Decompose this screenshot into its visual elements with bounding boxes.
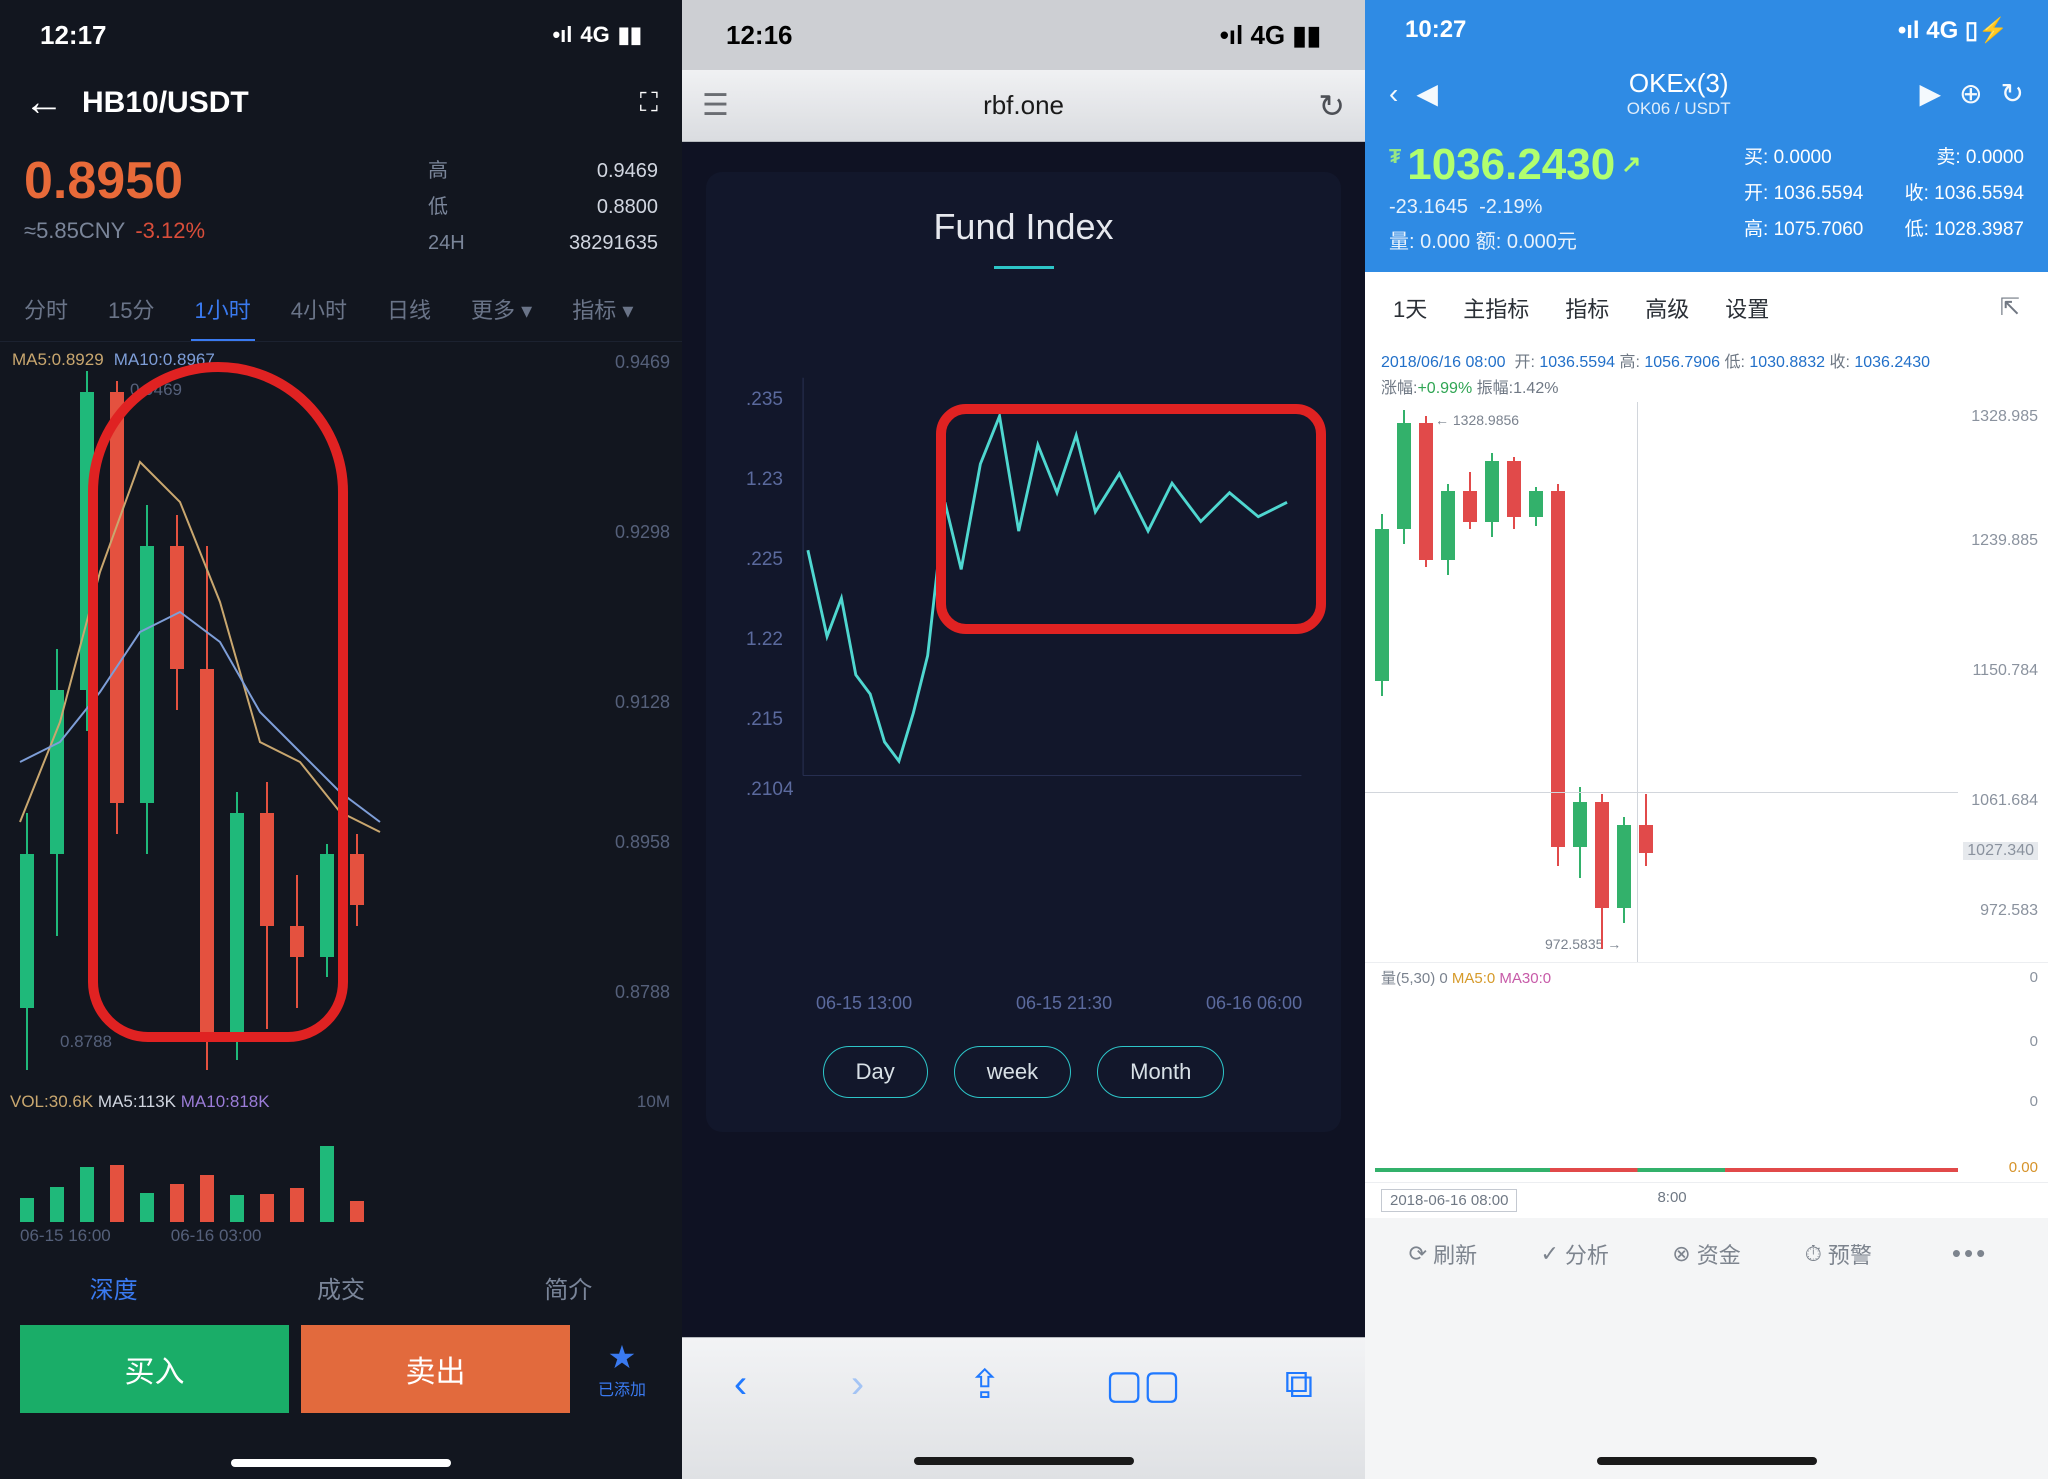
- range-week[interactable]: week: [954, 1046, 1071, 1098]
- line-chart[interactable]: .235 1.23 .225 1.22 .215 .2104 06-15 13:…: [736, 349, 1311, 1008]
- volume-row: 量: 0.000 额: 0.000元: [1389, 225, 1744, 254]
- home-indicator[interactable]: [1597, 1457, 1817, 1465]
- status-signal: •ıl 4G ▯⚡: [1898, 16, 2008, 45]
- timeframe-tabs: 分时 15分 1小时 4小时 日线 更多 ▾ 指标 ▾: [0, 279, 682, 342]
- tab-main-ind[interactable]: 主指标: [1445, 284, 1547, 332]
- sell-button[interactable]: 卖出: [301, 1325, 570, 1413]
- delta-abs: -23.1645: [1389, 196, 1468, 218]
- range-month[interactable]: Month: [1097, 1046, 1224, 1098]
- share-icon[interactable]: ⇱: [1982, 285, 2038, 330]
- favorite-button[interactable]: ★已添加: [582, 1338, 662, 1400]
- btn-funds[interactable]: ⊗ 资金: [1641, 1238, 1773, 1270]
- status-bar: 10:27 •ıl 4G ▯⚡: [1365, 0, 2048, 60]
- tab-settings[interactable]: 设置: [1707, 284, 1787, 332]
- next-icon[interactable]: ▶: [1920, 77, 1942, 110]
- tabs-icon[interactable]: ⧉: [1285, 1362, 1314, 1407]
- tab-indicators[interactable]: 指标 ▾: [568, 279, 637, 341]
- fund-index-card: Fund Index .235 1.23 .225 1.22 .215 .210…: [706, 172, 1341, 1132]
- delta-pct: -2.19%: [1479, 196, 1542, 218]
- arrow-up-icon: ↗: [1621, 150, 1641, 179]
- back-icon[interactable]: ‹: [1389, 78, 1398, 110]
- btn-refresh[interactable]: ⟳ 刷新: [1377, 1238, 1509, 1270]
- tab-1d[interactable]: 日线: [383, 279, 435, 341]
- tab-more[interactable]: 更多 ▾: [467, 279, 536, 341]
- btn-more[interactable]: •••: [1904, 1238, 2036, 1269]
- status-time: 12:16: [726, 20, 793, 51]
- ohlc-line: 2018/06/16 08:00 开: 1036.5594 高: 1056.79…: [1381, 348, 2032, 372]
- currency-icon: ₮: [1389, 146, 1401, 169]
- pct-line: 涨幅:+0.99% 振幅:1.42%: [1381, 374, 2032, 398]
- tab-1d[interactable]: 1天: [1375, 284, 1445, 332]
- browser-forward-icon: ›: [851, 1362, 864, 1407]
- status-time: 10:27: [1405, 16, 1466, 44]
- header-title[interactable]: OKEx(3) OK06 / USDT: [1456, 68, 1902, 120]
- candlestick-chart[interactable]: ← 1328.9856 972.5835 → 1328.985 1239.885…: [1365, 402, 2048, 962]
- btn-alert[interactable]: ⏱ 预警: [1772, 1238, 1904, 1270]
- range-day[interactable]: Day: [823, 1046, 928, 1098]
- stat-low: 0.8800: [597, 189, 658, 225]
- fullscreen-icon[interactable]: ⛶: [640, 87, 658, 119]
- reload-icon[interactable]: ↻: [1318, 87, 1345, 125]
- cny-price: ≈5.85CNY: [24, 218, 125, 243]
- home-indicator[interactable]: [231, 1459, 451, 1467]
- stat-high: 0.9469: [597, 153, 658, 189]
- stat-24h: 38291635: [569, 225, 658, 261]
- subtab-trades[interactable]: 成交: [317, 1270, 365, 1305]
- btn-analyze[interactable]: ✓ 分析: [1509, 1238, 1641, 1270]
- prev-icon[interactable]: ◀: [1416, 77, 1438, 110]
- share-icon[interactable]: ⇪: [968, 1362, 1002, 1408]
- tab-1h[interactable]: 1小时: [191, 279, 255, 341]
- change-pct: -3.12%: [135, 218, 205, 243]
- status-signal: •ıl 4G ▮▮: [552, 22, 642, 48]
- refresh-icon[interactable]: ↻: [2001, 77, 2024, 110]
- status-signal: •ıl 4G ▮▮: [1220, 20, 1321, 51]
- buy-button[interactable]: 买入: [20, 1325, 289, 1413]
- volume-chart[interactable]: 量(5,30) 0 MA5:0 MA30:0 000 0.00: [1365, 962, 2048, 1182]
- candlestick-chart[interactable]: MA5:0.8929MA10:0.8967 0.9469 0.9469 0.92…: [0, 342, 682, 1092]
- add-icon[interactable]: ⊕: [1959, 77, 1982, 110]
- subtab-depth[interactable]: 深度: [90, 1270, 138, 1305]
- tab-advanced[interactable]: 高级: [1627, 284, 1707, 332]
- subtab-intro[interactable]: 简介: [544, 1270, 592, 1305]
- status-bar: 12:17 •ıl 4G ▮▮: [0, 0, 682, 70]
- address-bar[interactable]: rbf.one: [747, 90, 1300, 121]
- status-bar: 12:16 •ıl 4G ▮▮: [682, 0, 1365, 70]
- trading-pair: HB10/USDT: [82, 86, 622, 120]
- volume-chart[interactable]: VOL:30.6K MA5:113K MA10:818K 10M: [0, 1092, 682, 1222]
- tab-indicator[interactable]: 指标: [1547, 284, 1627, 332]
- x-cursor-label: 2018-06-16 08:00: [1381, 1189, 1517, 1212]
- tab-15m[interactable]: 15分: [104, 279, 158, 341]
- bookmarks-icon[interactable]: ▢▢: [1105, 1362, 1181, 1408]
- tab-tick[interactable]: 分时: [20, 279, 72, 341]
- menu-icon[interactable]: ☰: [702, 88, 729, 123]
- status-time: 12:17: [40, 20, 107, 51]
- home-indicator[interactable]: [914, 1457, 1134, 1465]
- back-icon[interactable]: ←: [24, 80, 64, 125]
- current-price: 1036.2430: [1407, 140, 1615, 190]
- tab-4h[interactable]: 4小时: [287, 279, 351, 341]
- card-title: Fund Index: [736, 206, 1311, 248]
- browser-back-icon[interactable]: ‹: [734, 1362, 747, 1407]
- current-price: 0.8950: [24, 153, 428, 210]
